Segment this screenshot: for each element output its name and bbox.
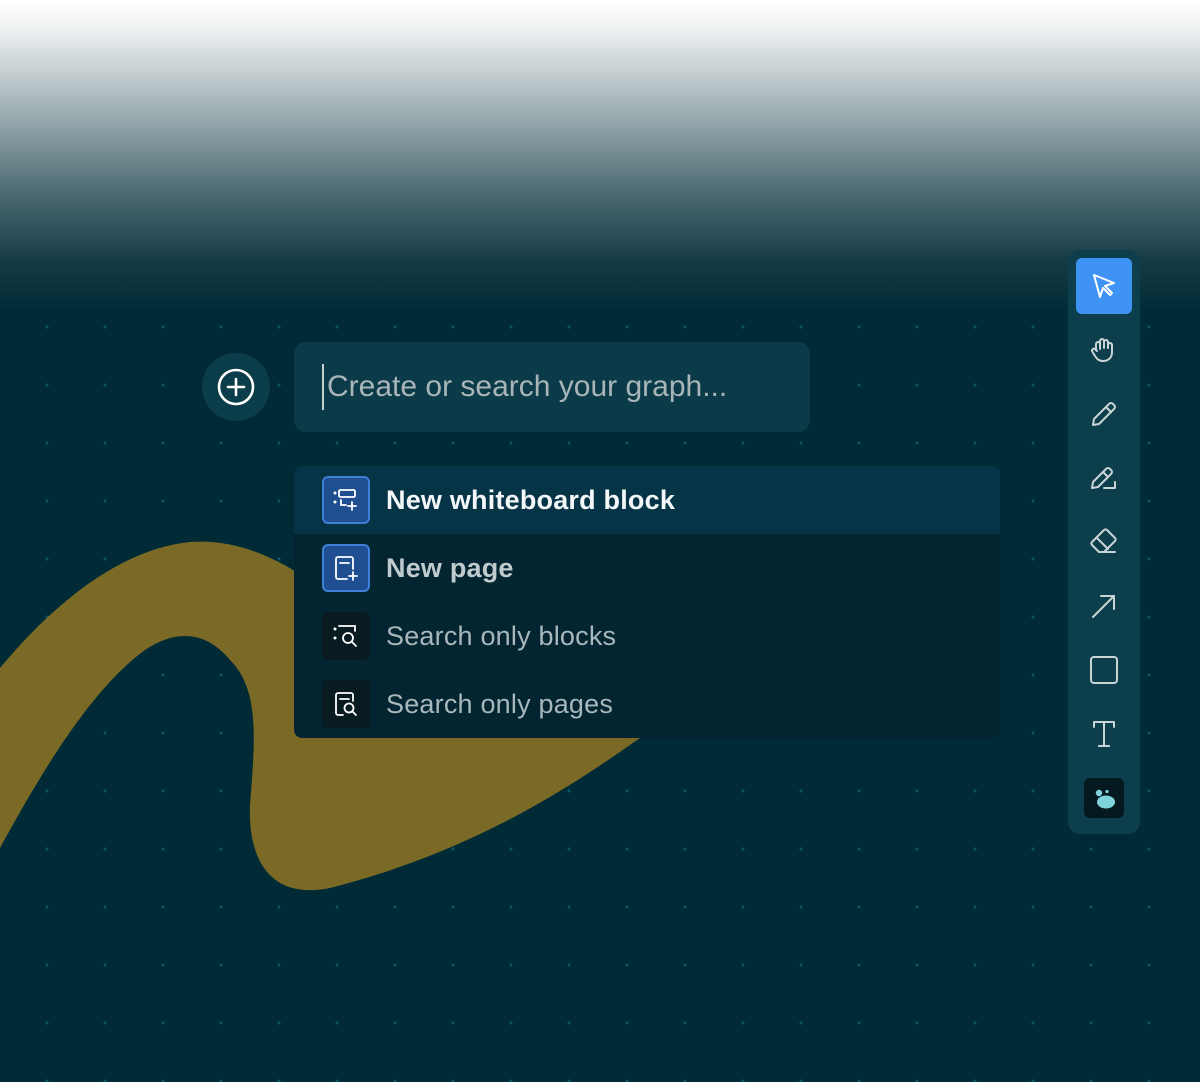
tool-logseq[interactable] <box>1076 770 1132 826</box>
tool-rectangle[interactable] <box>1076 642 1132 698</box>
eraser-icon <box>1090 528 1117 553</box>
search-box[interactable] <box>294 342 810 432</box>
tool-pen[interactable] <box>1076 386 1132 442</box>
menu-item-label: New page <box>386 552 514 583</box>
menu-item-label: Search only blocks <box>386 620 617 651</box>
menu-item-search-only-blocks[interactable]: Search only blocks <box>294 602 1000 670</box>
add-button[interactable] <box>202 353 270 421</box>
square-icon <box>1090 656 1118 684</box>
highlighter-icon <box>1091 467 1116 489</box>
tool-highlighter[interactable] <box>1076 450 1132 506</box>
text-icon <box>1093 721 1115 747</box>
plus-circle-icon <box>217 368 255 406</box>
cursor-arrow-icon <box>1093 274 1115 298</box>
menu-item-search-only-pages[interactable]: Search only pages <box>294 670 1000 738</box>
search-input[interactable] <box>327 370 777 404</box>
pencil-icon <box>1092 402 1116 426</box>
tool-select[interactable] <box>1076 258 1132 314</box>
block-search-icon <box>322 612 370 660</box>
logseq-logo-icon <box>1084 778 1124 818</box>
whiteboard-block-add-icon <box>322 476 370 524</box>
hand-icon <box>1091 338 1113 362</box>
menu-item-label: Search only pages <box>386 688 614 719</box>
tool-pan[interactable] <box>1076 322 1132 378</box>
menu-item-new-page[interactable]: New page <box>294 534 1000 602</box>
arrow-icon <box>1092 595 1115 618</box>
menu-item-label: New whiteboard block <box>386 484 676 515</box>
search-results-menu: New whiteboard block New page Search onl… <box>294 466 1000 738</box>
menu-item-new-whiteboard-block[interactable]: New whiteboard block <box>294 466 1000 534</box>
tool-connector[interactable] <box>1076 578 1132 634</box>
page-search-icon <box>322 680 370 728</box>
page-add-icon <box>322 544 370 592</box>
tool-eraser[interactable] <box>1076 514 1132 570</box>
text-caret <box>322 364 324 410</box>
tool-text[interactable] <box>1076 706 1132 762</box>
whiteboard-toolbar <box>1068 250 1140 834</box>
